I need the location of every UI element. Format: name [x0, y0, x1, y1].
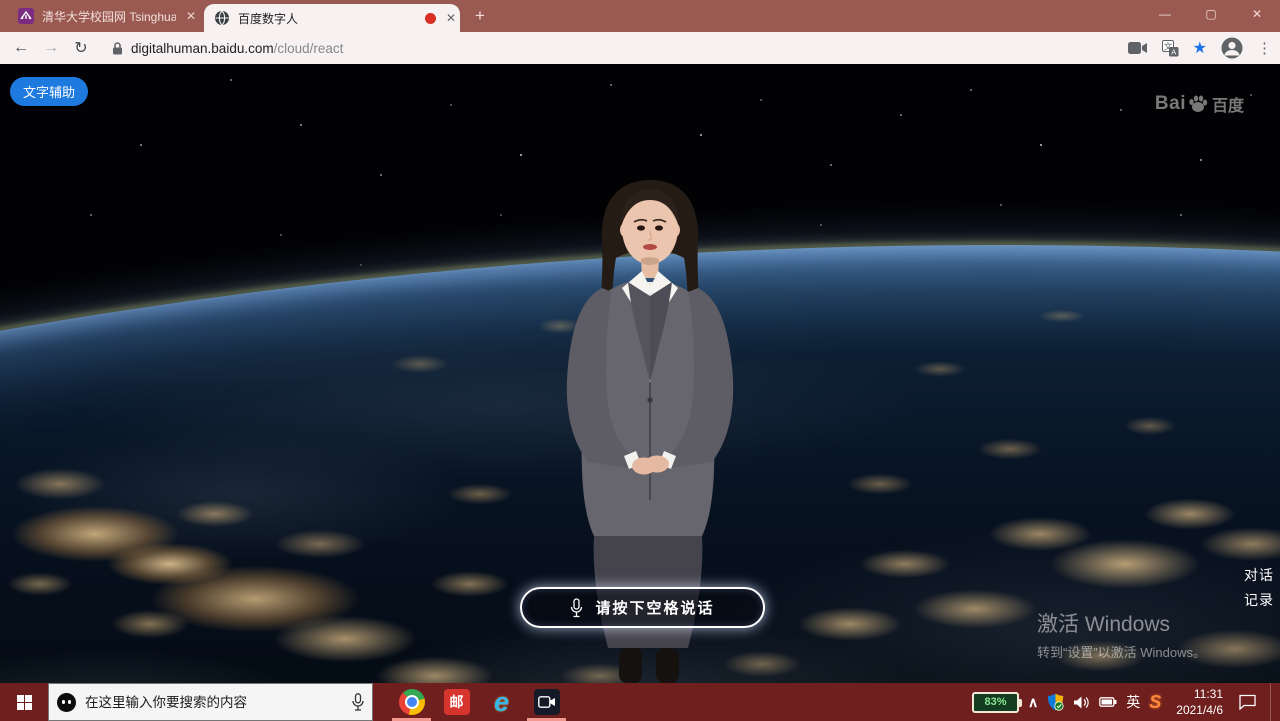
tab-tsinghua[interactable]: 清华大学校园网 Tsinghua Univ ✕ [8, 0, 204, 32]
baidu-logo: Bai 百度 [1155, 92, 1244, 116]
show-desktop-strip[interactable] [1270, 683, 1274, 721]
baidu-logo-cn: 百度 [1212, 92, 1244, 116]
volume-icon[interactable] [1073, 695, 1090, 710]
watermark-line2: 转到“设置”以激活 Windows。 [1037, 642, 1206, 661]
activate-windows-watermark: 激活 Windows 转到“设置”以激活 Windows。 [1037, 608, 1206, 661]
url-path: /cloud/react [274, 41, 344, 56]
taskbar-app-ie[interactable]: e [479, 683, 524, 721]
clock-widget[interactable]: 11:31 2021/4/6 [1176, 686, 1223, 718]
battery-widget[interactable]: 83% [972, 692, 1019, 713]
tab-close-icon[interactable]: ✕ [182, 9, 200, 23]
battery-tray-icon[interactable] [1099, 697, 1117, 707]
system-tray: 83% ∧ 英 S 11:31 2021/4/6 [972, 683, 1280, 721]
page-viewport: 文字辅助 Bai 百度 请按下空格说话 对话 记录 激活 Windows 转到“… [0, 64, 1280, 683]
taskbar-search-input[interactable] [85, 695, 343, 710]
tsinghua-favicon-icon [18, 8, 34, 24]
clock-time: 11:31 [1176, 686, 1223, 702]
action-center-icon[interactable] [1238, 694, 1257, 710]
lock-icon[interactable] [112, 42, 123, 55]
video-camera-icon[interactable] [1128, 41, 1148, 55]
tab-title: 百度数字人 [238, 10, 419, 27]
back-button[interactable]: ← [6, 39, 36, 57]
url-host: digitalhuman.baidu.com [131, 41, 274, 56]
taskbar-search[interactable] [48, 683, 373, 721]
bookmark-star-icon[interactable]: ★ [1193, 38, 1207, 58]
defender-shield-icon[interactable] [1047, 693, 1064, 711]
browser-toolbar: ← → ↻ digitalhuman.baidu.com/cloud/react… [0, 32, 1280, 64]
browser-titlebar: 清华大学校园网 Tsinghua Univ ✕ 百度数字人 ✕ + — ▢ ✕ [0, 0, 1280, 32]
tab-digital-human[interactable]: 百度数字人 ✕ [204, 4, 460, 32]
taskbar-app-mail[interactable]: 邮 [434, 683, 479, 721]
svg-text:A: A [1171, 47, 1176, 56]
baidu-logo-text: Bai [1155, 93, 1186, 115]
ime-indicator[interactable]: 英 [1126, 692, 1140, 712]
window-minimize-button[interactable]: — [1142, 0, 1188, 30]
windows-logo-icon [17, 695, 32, 710]
tab-close-icon[interactable]: ✕ [442, 11, 460, 25]
forward-button[interactable]: → [36, 39, 66, 57]
battery-percent: 83% [985, 696, 1007, 708]
camera-app-icon [534, 689, 560, 715]
taskbar-app-camera[interactable] [524, 683, 569, 721]
tab-title: 清华大学校园网 Tsinghua Univ [42, 8, 176, 25]
search-mic-icon[interactable] [352, 693, 364, 711]
side-tab-dialogue[interactable]: 对话 [1244, 565, 1274, 585]
side-tab-record[interactable]: 记录 [1244, 590, 1274, 610]
browser-menu-icon[interactable]: ⋮ [1257, 39, 1272, 57]
recording-indicator-icon [425, 13, 436, 24]
translate-icon[interactable]: 文 A [1162, 40, 1179, 57]
watermark-line1: 激活 Windows [1037, 608, 1206, 638]
push-to-talk-pill[interactable]: 请按下空格说话 [520, 587, 765, 628]
window-maximize-button[interactable]: ▢ [1188, 0, 1234, 30]
address-bar[interactable]: digitalhuman.baidu.com/cloud/react [131, 41, 343, 56]
baidu-paw-icon [1187, 93, 1209, 115]
profile-avatar-icon[interactable] [1221, 37, 1243, 59]
reload-button[interactable]: ↻ [66, 38, 96, 58]
cortana-icon [57, 693, 76, 712]
tray-overflow-chevron-icon[interactable]: ∧ [1028, 694, 1038, 711]
taskbar-app-chrome[interactable] [389, 683, 434, 721]
sogou-input-icon[interactable]: S [1149, 692, 1161, 713]
window-close-button[interactable]: ✕ [1234, 0, 1280, 30]
mic-prompt-text: 请按下空格说话 [595, 597, 714, 618]
globe-favicon-icon [214, 10, 230, 26]
windows-taskbar: 邮 e 83% ∧ [0, 683, 1280, 721]
mail-icon: 邮 [444, 689, 470, 715]
microphone-icon [570, 598, 583, 618]
internet-explorer-icon: e [494, 689, 509, 715]
chrome-icon [399, 689, 425, 715]
text-assist-button[interactable]: 文字辅助 [10, 77, 88, 106]
clock-date: 2021/4/6 [1176, 702, 1223, 718]
start-button[interactable] [0, 683, 48, 721]
new-tab-button[interactable]: + [468, 6, 492, 28]
